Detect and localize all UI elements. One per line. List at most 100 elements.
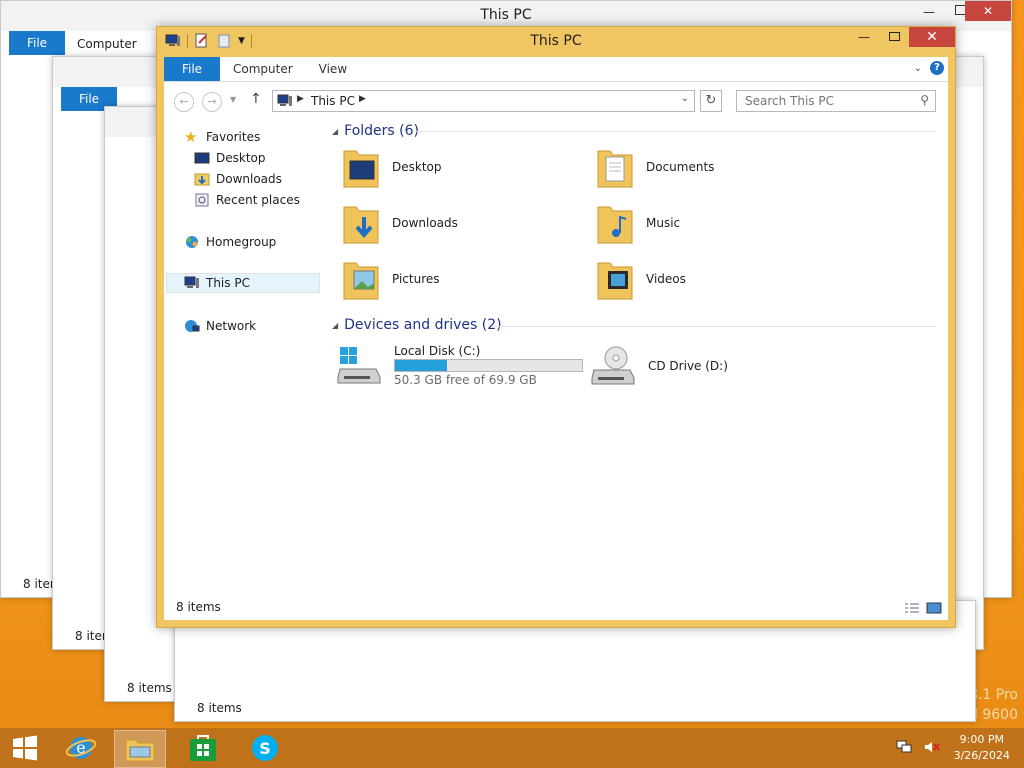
collapse-triangle-icon[interactable]: ◢: [332, 127, 338, 136]
search-box[interactable]: ⚲: [736, 90, 936, 112]
version-line-1: 8.1 Pro: [969, 687, 1018, 703]
close-button[interactable]: ✕: [965, 1, 1011, 21]
maximize-button[interactable]: [879, 27, 909, 47]
ribbon-tabs: File Computer View ⌄ ?: [164, 57, 948, 82]
drive-usage-fill: [395, 359, 448, 371]
nav-this-pc[interactable]: This PC: [166, 273, 320, 293]
drive-name: CD Drive (D:): [648, 359, 728, 373]
expand-ribbon-chevron-icon[interactable]: ⌄: [914, 63, 922, 74]
tab-computer[interactable]: Computer: [77, 37, 137, 51]
tab-computer[interactable]: Computer: [220, 57, 306, 81]
breadcrumb-separator-icon[interactable]: ▶: [297, 94, 304, 104]
drive-usage-bar: [394, 358, 583, 372]
nav-label: Desktop: [216, 151, 266, 165]
large-icons-view-icon[interactable]: [926, 602, 942, 614]
internet-explorer-icon: e: [65, 737, 97, 759]
network-icon: [185, 320, 200, 332]
recent-places-icon: [195, 193, 209, 207]
videos-folder-icon: [597, 262, 633, 300]
drive-name: Local Disk (C:): [394, 343, 481, 358]
nav-label: Network: [206, 319, 257, 333]
minimize-button[interactable]: —: [849, 27, 879, 47]
documents-folder-icon: [597, 150, 633, 188]
back-button[interactable]: ←: [174, 92, 194, 112]
desktop-icon: [194, 152, 210, 164]
group-header-devices[interactable]: ◢ Devices and drives (2): [332, 317, 502, 333]
group-title: Devices and drives (2): [344, 317, 502, 333]
drive-tile-local-disk[interactable]: Local Disk (C:) 50.3 GB free of 69.9 GB: [336, 343, 583, 387]
collapse-triangle-icon[interactable]: ◢: [332, 321, 338, 330]
pictures-folder-icon: [343, 262, 379, 300]
tab-file[interactable]: File: [9, 31, 65, 55]
breadcrumb-separator-icon[interactable]: ▶: [359, 94, 366, 104]
version-line-2: d 9600: [969, 707, 1018, 723]
forward-button[interactable]: →: [202, 92, 222, 112]
status-item-count: 8 items: [197, 701, 242, 715]
nav-downloads[interactable]: Downloads: [194, 169, 282, 189]
nav-label: Recent places: [216, 193, 300, 207]
search-input[interactable]: [743, 93, 907, 109]
nav-network[interactable]: Network: [184, 316, 256, 336]
nav-favorites[interactable]: ★ Favorites: [184, 127, 260, 147]
this-pc-icon: [184, 276, 199, 288]
this-pc-icon: [277, 94, 292, 106]
folder-tile-videos[interactable]: Videos: [596, 257, 686, 301]
recent-locations-chevron-icon[interactable]: ▼: [230, 95, 236, 104]
content-pane: ◢ Folders (6) Desktop Documents Download…: [324, 119, 942, 590]
folder-tile-desktop[interactable]: Desktop: [342, 145, 442, 189]
window-title: This PC: [530, 33, 582, 49]
title-bar[interactable]: ▼ This PC — ✕: [157, 27, 955, 57]
status-item-count: 8 items: [176, 600, 221, 614]
navigation-bar: ← → ▼ ↑ ▶ This PC ▶ ⌄ ↻ ⚲: [164, 81, 948, 119]
window-title: This PC: [480, 7, 532, 23]
group-divider: [492, 326, 936, 327]
folder-tile-downloads[interactable]: Downloads: [342, 201, 458, 245]
star-icon: ★: [184, 128, 198, 146]
tab-file[interactable]: File: [164, 57, 220, 81]
start-button[interactable]: [0, 730, 50, 766]
help-button[interactable]: ?: [930, 61, 944, 75]
address-dropdown-icon[interactable]: ⌄: [681, 93, 689, 104]
taskbar-clock[interactable]: 9:00 PM 3/26/2024: [954, 732, 1010, 764]
tab-view[interactable]: View: [306, 57, 360, 81]
refresh-button[interactable]: ↻: [700, 90, 722, 112]
windows-logo-icon: [13, 735, 37, 761]
system-tray: [896, 740, 940, 754]
breadcrumb-this-pc[interactable]: This PC: [311, 94, 355, 108]
file-explorer-icon: [125, 739, 155, 762]
search-icon[interactable]: ⚲: [920, 93, 929, 107]
folder-label: Documents: [646, 160, 715, 174]
folder-label: Music: [646, 216, 681, 230]
volume-muted-icon[interactable]: [924, 740, 940, 754]
window-controls: — ✕: [849, 27, 955, 47]
nav-desktop[interactable]: Desktop: [194, 148, 266, 168]
skype-button[interactable]: S: [240, 730, 290, 766]
up-arrow-icon[interactable]: ↑: [250, 91, 262, 107]
homegroup-icon: [186, 236, 198, 248]
minimize-button[interactable]: —: [923, 5, 935, 19]
skype-icon: S: [252, 735, 278, 761]
internet-explorer-button[interactable]: e: [56, 730, 106, 766]
folder-tile-pictures[interactable]: Pictures: [342, 257, 440, 301]
network-tray-icon[interactable]: [896, 740, 912, 754]
details-view-icon[interactable]: [904, 602, 920, 614]
address-bar[interactable]: ▶ This PC ▶ ⌄: [272, 90, 695, 112]
folder-tile-music[interactable]: Music: [596, 201, 680, 245]
nav-homegroup[interactable]: Homegroup: [184, 232, 276, 252]
nav-label: This PC: [206, 276, 250, 290]
group-header-folders[interactable]: ◢ Folders (6): [332, 123, 419, 139]
nav-label: Downloads: [216, 172, 282, 186]
this-pc-window[interactable]: ▼ This PC — ✕ File Computer View ⌄ ? ← →…: [156, 26, 956, 628]
nav-label: Favorites: [206, 130, 261, 144]
file-explorer-button[interactable]: [114, 730, 166, 768]
folder-tile-documents[interactable]: Documents: [596, 145, 714, 189]
taskbar: e S 9:00 PM 3/26/2024: [0, 728, 1024, 768]
folder-label: Desktop: [392, 160, 442, 174]
downloads-folder-icon: [194, 173, 210, 186]
drive-tile-cd-drive[interactable]: CD Drive (D:): [590, 343, 728, 389]
view-toggle: [904, 602, 942, 614]
close-button[interactable]: ✕: [909, 27, 955, 47]
store-button[interactable]: [178, 730, 228, 766]
folder-label: Downloads: [392, 216, 458, 230]
nav-recent-places[interactable]: Recent places: [194, 190, 300, 210]
